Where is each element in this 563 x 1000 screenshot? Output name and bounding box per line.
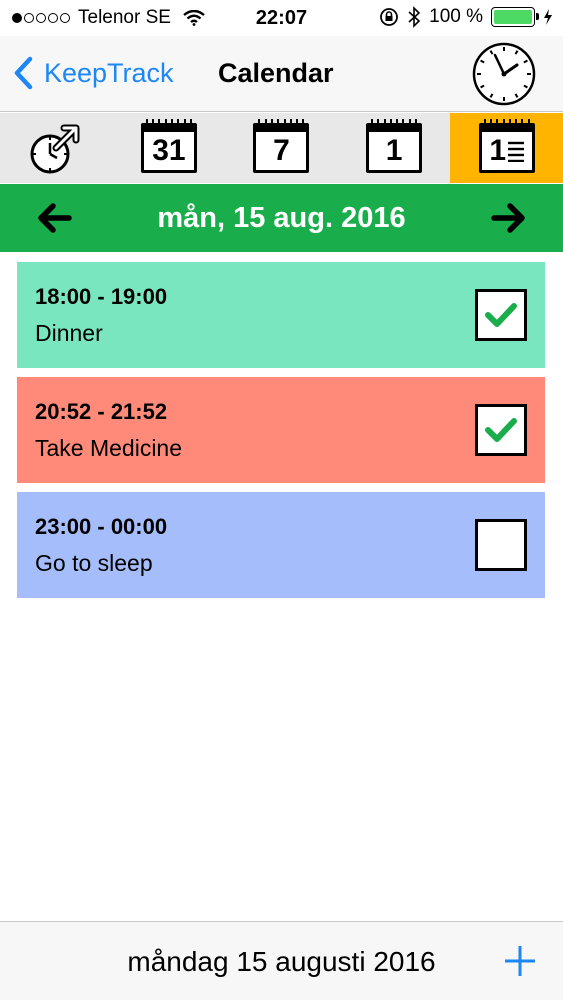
event-checkbox[interactable] — [475, 289, 527, 341]
event-card[interactable]: 23:00 - 00:00 Go to sleep — [17, 492, 545, 598]
arrow-right-icon[interactable] — [491, 202, 527, 234]
calendar-week-icon: 7 — [253, 119, 310, 173]
event-time: 23:00 - 00:00 — [35, 514, 168, 539]
event-checkbox[interactable] — [475, 519, 527, 571]
navigation-bar: KeepTrack Calendar — [0, 36, 563, 112]
calendar-agenda-icon: 1 — [478, 119, 535, 173]
view-now-button[interactable] — [0, 113, 113, 183]
current-date-title: mån, 15 aug. 2016 — [157, 202, 406, 234]
charging-icon — [544, 9, 552, 25]
status-right: 100 % — [379, 6, 553, 28]
clock-arrow-icon — [30, 124, 80, 174]
calendar-month-icon: 31 — [140, 119, 197, 173]
bluetooth-icon — [408, 6, 421, 28]
event-title: Take Medicine — [35, 435, 183, 461]
event-title: Go to sleep — [35, 550, 153, 576]
event-card[interactable]: 18:00 - 19:00 Dinner — [17, 262, 545, 368]
event-card[interactable]: 20:52 - 21:52 Take Medicine — [17, 377, 545, 483]
bottom-toolbar: måndag 15 augusti 2016 — [0, 921, 563, 1000]
checkmark-icon — [485, 418, 517, 442]
view-agenda-button[interactable]: 1 — [450, 113, 563, 183]
view-toolbar: 31 7 1 1 — [0, 113, 563, 183]
calendar-day-icon: 1 — [366, 119, 423, 173]
plus-icon[interactable] — [503, 944, 537, 978]
chevron-left-icon — [14, 56, 33, 90]
view-week-button[interactable]: 7 — [225, 113, 338, 183]
event-list: 18:00 - 19:00 Dinner 20:52 - 21:52 Take … — [17, 262, 545, 607]
event-time: 18:00 - 19:00 — [35, 284, 168, 309]
battery-icon — [491, 7, 539, 27]
event-time: 20:52 - 21:52 — [35, 399, 168, 424]
rotation-lock-icon — [380, 8, 399, 26]
battery-percent: 100 % — [429, 6, 483, 27]
view-month-button[interactable]: 31 — [113, 113, 226, 183]
event-checkbox[interactable] — [475, 404, 527, 456]
event-title: Dinner — [35, 320, 103, 346]
bottom-date-label: måndag 15 augusti 2016 — [127, 946, 436, 977]
page-title: Calendar — [218, 58, 334, 88]
status-bar: Telenor SE 22:07 100 % — [0, 0, 563, 36]
back-button[interactable]: KeepTrack — [12, 56, 174, 90]
date-header: mån, 15 aug. 2016 — [0, 184, 563, 252]
back-button-label: KeepTrack — [44, 57, 174, 88]
clock-icon[interactable] — [471, 41, 537, 107]
view-day-button[interactable]: 1 — [338, 113, 451, 183]
checkmark-icon — [485, 303, 517, 327]
agenda-lines-icon — [508, 141, 525, 162]
